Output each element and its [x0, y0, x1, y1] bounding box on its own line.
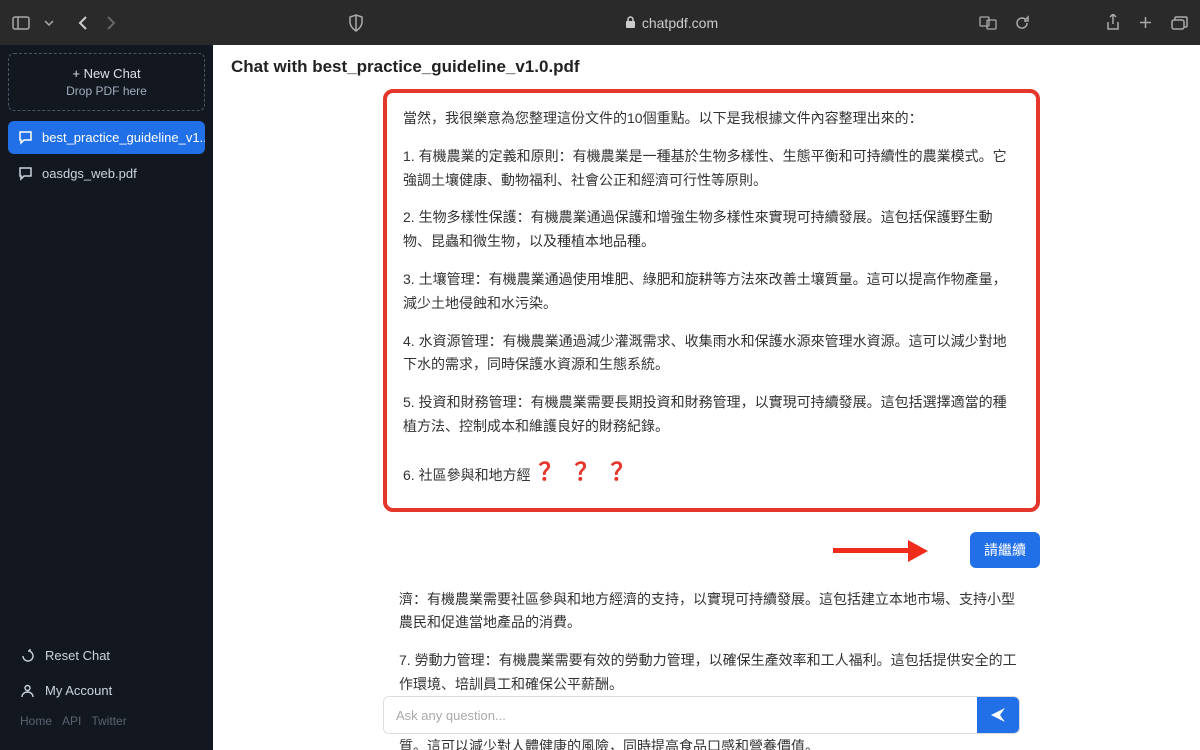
question-marks-annotation: ？？？	[539, 453, 647, 494]
sidebar-toggle-icon[interactable]	[12, 16, 30, 30]
reload-icon[interactable]	[1015, 15, 1030, 30]
user-icon	[20, 683, 35, 698]
message-point: 5. 投資和財務管理：有機農業需要長期投資和財務管理，以實現可持續發展。這包括選…	[403, 391, 1020, 439]
file-name: oasdgs_web.pdf	[42, 166, 137, 181]
back-icon[interactable]	[78, 15, 88, 31]
page-title: Chat with best_practice_guideline_v1.0.p…	[213, 45, 1200, 89]
footer-api-link[interactable]: API	[62, 714, 81, 728]
message-point: 2. 生物多樣性保護：有機農業通過保護和增強生物多樣性來實現可持續發展。這包括保…	[403, 206, 1020, 254]
footer-home-link[interactable]: Home	[20, 714, 52, 728]
chat-icon	[18, 130, 34, 145]
assistant-message-highlighted: 當然，我很樂意為您整理這份文件的10個重點。以下是我根據文件內容整理出來的： 1…	[383, 89, 1040, 512]
question-input[interactable]	[384, 697, 977, 733]
message-point: 3. 土壤管理：有機農業通過使用堆肥、綠肥和旋耕等方法來改善土壤質量。這可以提高…	[403, 268, 1020, 316]
message-intro: 當然，我很樂意為您整理這份文件的10個重點。以下是我根據文件內容整理出來的：	[403, 107, 1020, 131]
main-panel: Chat with best_practice_guideline_v1.0.p…	[213, 45, 1200, 750]
url-text[interactable]: chatpdf.com	[642, 15, 718, 31]
file-name: best_practice_guideline_v1....	[42, 130, 205, 145]
continue-button[interactable]: 請繼續	[970, 532, 1040, 568]
chat-icon	[18, 166, 34, 181]
share-icon[interactable]	[1106, 14, 1120, 31]
chat-scroll[interactable]: 當然，我很樂意為您整理這份文件的10個重點。以下是我根據文件內容整理出來的： 1…	[213, 89, 1200, 750]
arrow-annotation	[833, 538, 928, 562]
drop-hint: Drop PDF here	[17, 84, 196, 98]
translate-icon[interactable]	[979, 16, 997, 30]
new-chat-button[interactable]: + New Chat Drop PDF here	[8, 53, 205, 111]
shield-icon[interactable]	[348, 14, 364, 32]
message-point: 1. 有機農業的定義和原則：有機農業是一種基於生物多樣性、生態平衡和可持續性的農…	[403, 145, 1020, 193]
question-input-bar	[383, 696, 1020, 734]
sidebar-file-item[interactable]: best_practice_guideline_v1....	[8, 121, 205, 154]
sidebar-file-item[interactable]: oasdgs_web.pdf	[8, 157, 205, 190]
chevron-down-icon[interactable]	[44, 20, 54, 26]
footer-twitter-link[interactable]: Twitter	[91, 714, 126, 728]
plus-icon: +	[72, 66, 83, 81]
message-truncated: 6. 社區參與和地方經	[403, 464, 531, 488]
my-account-button[interactable]: My Account	[14, 673, 199, 708]
send-button[interactable]	[977, 697, 1019, 733]
message-lead: 濟：有機農業需要社區參與和地方經濟的支持，以實現可持續發展。這包括建立本地市場、…	[399, 588, 1024, 636]
browser-toolbar: chatpdf.com	[0, 0, 1200, 45]
message-point: 4. 水資源管理：有機農業通過減少灌溉需求、收集雨水和保護水源來管理水資源。這可…	[403, 330, 1020, 378]
tabs-icon[interactable]	[1171, 16, 1188, 30]
reset-icon	[20, 648, 35, 663]
sidebar: + New Chat Drop PDF here best_practice_g…	[0, 45, 213, 750]
message-point: 7. 勞動力管理：有機農業需要有效的勞動力管理，以確保生產效率和工人福利。這包括…	[399, 649, 1024, 697]
plus-icon[interactable]	[1138, 15, 1153, 30]
lock-icon	[625, 16, 636, 29]
reset-chat-button[interactable]: Reset Chat	[14, 638, 199, 673]
forward-icon[interactable]	[106, 15, 116, 31]
